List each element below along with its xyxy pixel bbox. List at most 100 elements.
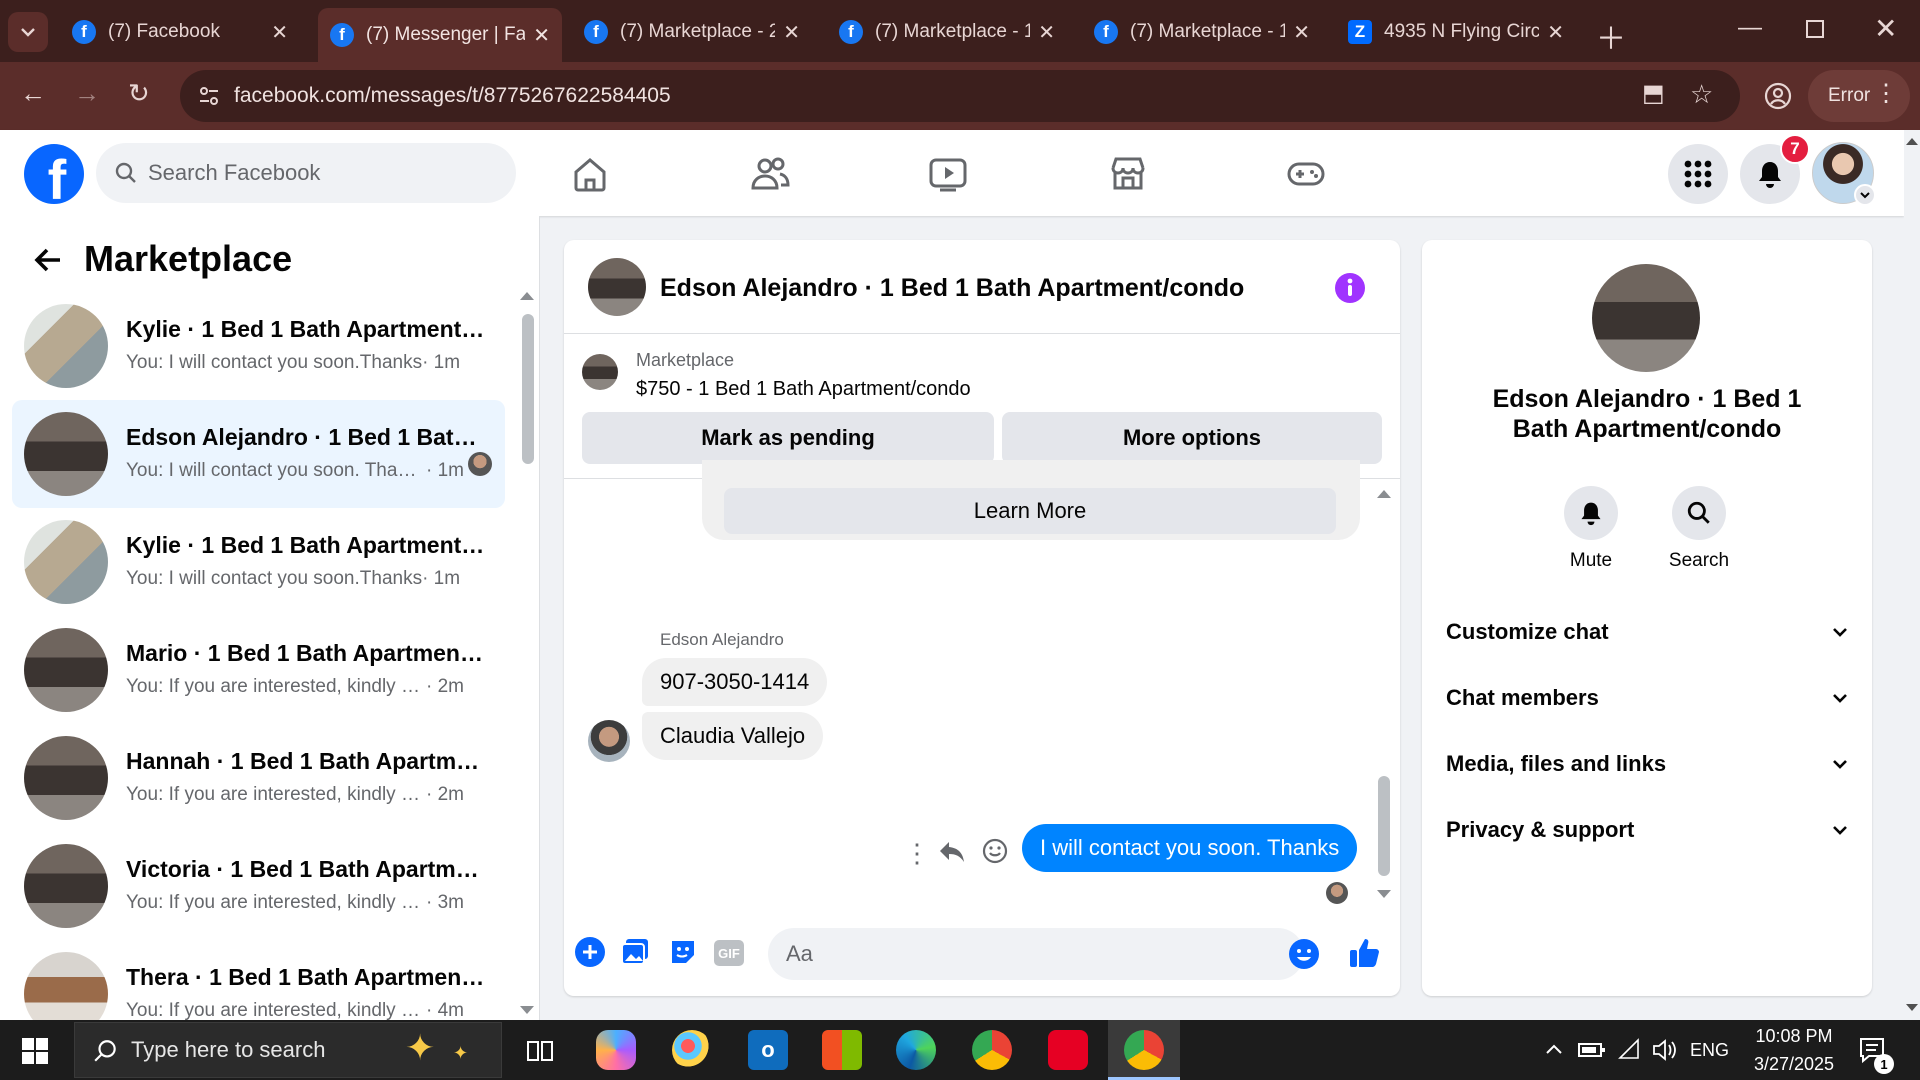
- volume-icon[interactable]: [1652, 1038, 1678, 1062]
- edge-app-icon[interactable]: [896, 1030, 936, 1070]
- language-indicator[interactable]: ENG: [1690, 1040, 1729, 1061]
- new-tab-button[interactable]: ＋: [1596, 14, 1626, 58]
- mark-as-pending-button[interactable]: Mark as pending: [582, 412, 994, 464]
- install-app-icon[interactable]: ⬒: [1642, 82, 1665, 106]
- outlook-app-icon[interactable]: o: [748, 1030, 788, 1070]
- tab-messenger[interactable]: f (7) Messenger | Facebook ✕: [318, 8, 562, 62]
- windows-start-icon[interactable]: [22, 1038, 48, 1064]
- copilot-app-icon[interactable]: [596, 1030, 636, 1070]
- sticker-icon[interactable]: [668, 937, 698, 967]
- incoming-message[interactable]: 907-3050-1414: [642, 658, 828, 706]
- menu-button[interactable]: [1668, 144, 1728, 204]
- plus-circle-icon[interactable]: [574, 936, 606, 968]
- tab-marketplace-2[interactable]: f (7) Marketplace - 1 ✕: [827, 12, 1067, 52]
- accordion-chat-members[interactable]: Chat members: [1446, 678, 1850, 718]
- scroll-down-arrow[interactable]: [1377, 890, 1391, 898]
- chat-row-edson[interactable]: Edson Alejandro · 1 Bed 1 Bath Apartment…: [12, 400, 505, 508]
- chat-row-mario[interactable]: Mario · 1 Bed 1 Bath Apartment/condo You…: [12, 616, 505, 724]
- forward-button[interactable]: →: [74, 80, 100, 106]
- photo-icon[interactable]: [620, 937, 650, 967]
- close-icon[interactable]: ✕: [533, 23, 550, 48]
- tab-facebook[interactable]: f (7) Facebook ✕: [60, 12, 300, 52]
- chat-list-scrollbar[interactable]: [522, 314, 534, 464]
- menu-kebab-icon[interactable]: ⋮: [1874, 82, 1898, 106]
- profile-icon[interactable]: [1764, 82, 1792, 110]
- learn-more-button[interactable]: Learn More: [724, 488, 1336, 534]
- listing-thumbnail[interactable]: [582, 354, 618, 390]
- scroll-up-arrow[interactable]: [1906, 138, 1918, 145]
- marketplace-icon[interactable]: [1106, 152, 1150, 196]
- bookmark-star-icon[interactable]: ☆: [1690, 81, 1713, 107]
- emoji-icon[interactable]: [1288, 938, 1320, 970]
- page-scrollbar[interactable]: [1904, 130, 1920, 1020]
- messages-scrollbar[interactable]: [1378, 776, 1390, 876]
- header-avatar[interactable]: [588, 258, 646, 316]
- scroll-up-arrow[interactable]: [1377, 490, 1391, 498]
- outgoing-message[interactable]: I will contact you soon. Thanks: [1022, 824, 1358, 872]
- close-window-button[interactable]: ✕: [1874, 12, 1897, 45]
- close-icon[interactable]: ✕: [1038, 20, 1055, 45]
- friends-icon[interactable]: [748, 152, 792, 196]
- address-bar[interactable]: facebook.com/messages/t/8775267622584405…: [180, 70, 1740, 122]
- accordion-media-files-links[interactable]: Media, files and links: [1446, 744, 1850, 784]
- paint-app-icon[interactable]: [672, 1030, 712, 1070]
- mute-button[interactable]: [1564, 486, 1618, 540]
- close-icon[interactable]: ✕: [1293, 20, 1310, 45]
- restore-button[interactable]: [1806, 20, 1824, 38]
- message-input[interactable]: Aa: [768, 928, 1304, 980]
- more-options-button[interactable]: More options: [1002, 412, 1382, 464]
- scroll-down-arrow[interactable]: [1906, 1004, 1918, 1011]
- chat-row-victoria[interactable]: Victoria · 1 Bed 1 Bath Apartment/condo …: [12, 832, 505, 940]
- close-icon[interactable]: ✕: [271, 20, 288, 45]
- scroll-up-arrow[interactable]: [520, 292, 534, 300]
- chat-row-kylie-2[interactable]: Kylie · 1 Bed 1 Bath Apartment/condo You…: [12, 508, 505, 616]
- chat-row-kylie[interactable]: Kylie · 1 Bed 1 Bath Apartment/condo You…: [12, 292, 505, 400]
- conversation-title[interactable]: Edson Alejandro · 1 Bed 1 Bath Apartment…: [660, 274, 1244, 303]
- account-chevron-icon[interactable]: [1854, 184, 1876, 206]
- scroll-down-arrow[interactable]: [520, 1006, 534, 1014]
- facebook-search-input[interactable]: Search Facebook: [96, 143, 516, 203]
- gif-button[interactable]: GIF: [714, 940, 744, 966]
- clock-date[interactable]: 3/27/2025: [1740, 1054, 1848, 1075]
- profile-error-button[interactable]: Error ⋮: [1808, 70, 1910, 122]
- video-app-icon[interactable]: [1048, 1030, 1088, 1070]
- accordion-privacy-support[interactable]: Privacy & support: [1446, 810, 1850, 850]
- chrome-app-icon[interactable]: [972, 1030, 1012, 1070]
- chrome-active-app[interactable]: [1108, 1020, 1180, 1080]
- home-icon[interactable]: [568, 152, 612, 196]
- close-icon[interactable]: ✕: [783, 20, 800, 45]
- incoming-message[interactable]: Claudia Vallejo: [642, 712, 824, 760]
- video-icon[interactable]: [926, 152, 970, 196]
- close-icon[interactable]: ✕: [1547, 20, 1564, 45]
- minimize-button[interactable]: —: [1738, 14, 1762, 42]
- like-thumbs-up-icon[interactable]: [1348, 936, 1382, 970]
- search-in-chat-button[interactable]: [1672, 486, 1726, 540]
- taskbar-search-input[interactable]: Type here to search ✦ ✦: [74, 1022, 502, 1078]
- microsoft-store-icon[interactable]: [822, 1030, 862, 1070]
- tab-marketplace-1[interactable]: f (7) Marketplace - 2 ✕: [572, 12, 812, 52]
- listing-price[interactable]: $750 - 1 Bed 1 Bath Apartment/condo: [636, 378, 971, 401]
- task-view-icon[interactable]: [526, 1038, 554, 1064]
- clock-time[interactable]: 10:08 PM: [1740, 1026, 1848, 1047]
- chat-row-hannah[interactable]: Hannah · 1 Bed 1 Bath Apartment/condo Yo…: [12, 724, 505, 832]
- accordion-customize-chat[interactable]: Customize chat: [1446, 612, 1850, 652]
- info-icon[interactable]: [1334, 272, 1366, 304]
- sender-avatar[interactable]: [588, 720, 630, 762]
- info-avatar[interactable]: [1592, 264, 1700, 372]
- wifi-icon[interactable]: [1618, 1038, 1642, 1062]
- tab-zillow[interactable]: Z 4935 N Flying Circle ✕: [1336, 12, 1576, 52]
- message-more-icon[interactable]: ⋮: [904, 838, 930, 869]
- chat-row-thera[interactable]: Thera · 1 Bed 1 Bath Apartment/condo You…: [12, 940, 505, 1020]
- site-settings-icon[interactable]: [198, 85, 220, 107]
- react-emoji-icon[interactable]: [982, 838, 1008, 864]
- system-tray-chevron-icon[interactable]: [1544, 1040, 1564, 1060]
- tab-marketplace-3[interactable]: f (7) Marketplace - 1 ✕: [1082, 12, 1322, 52]
- back-button[interactable]: ←: [20, 80, 46, 106]
- back-arrow-icon[interactable]: [32, 244, 64, 276]
- tab-search-button[interactable]: [8, 12, 48, 52]
- facebook-logo[interactable]: f: [24, 144, 84, 204]
- reply-icon[interactable]: [938, 840, 966, 864]
- reload-button[interactable]: ↻: [128, 80, 150, 106]
- gaming-icon[interactable]: [1284, 152, 1328, 196]
- battery-icon[interactable]: [1578, 1040, 1606, 1060]
